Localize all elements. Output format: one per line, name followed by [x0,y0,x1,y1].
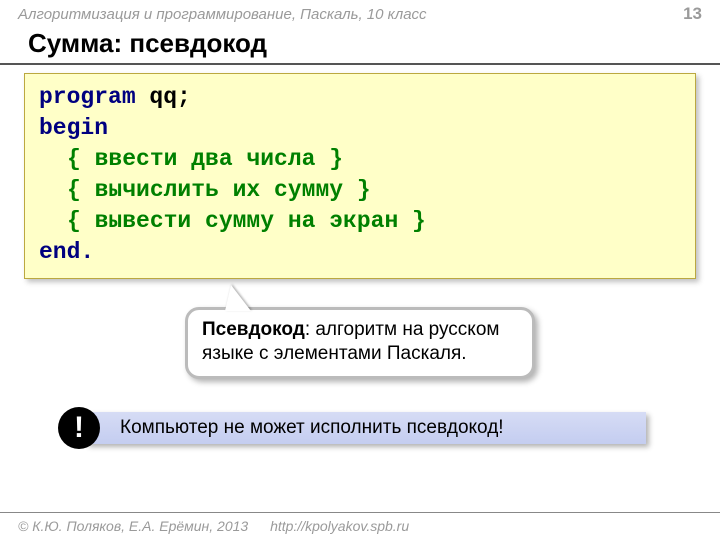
code-line-3: { ввести два числа } [39,144,681,175]
alert-text: Компьютер не может исполнить псевдокод! [120,417,504,439]
code-line-6: end. [39,237,681,268]
callout: Псевдокод: алгоритм на русском языке с э… [185,307,535,379]
alert-bar: Компьютер не может исполнить псевдокод! [86,412,646,444]
code-line-4: { вычислить их сумму } [39,175,681,206]
badge-glyph: ! [74,413,84,443]
code-block: program qq; begin { ввести два числа } {… [24,73,696,279]
footer: © К.Ю. Поляков, Е.А. Ерёмин, 2013 http:/… [0,512,720,540]
keyword-end: end. [39,239,94,265]
page-number: 13 [683,4,702,24]
exclamation-icon: ! [58,407,100,449]
footer-url: http://kpolyakov.spb.ru [270,518,409,534]
callout-body: Псевдокод: алгоритм на русском языке с э… [185,307,535,379]
code-line-1: program qq; [39,82,681,113]
comment: { вывести сумму на экран } [67,208,426,234]
callout-pointer [225,285,251,311]
comment: { вычислить их сумму } [67,177,371,203]
code-line-5: { вывести сумму на экран } [39,206,681,237]
course-label: Алгоритмизация и программирование, Паска… [18,6,427,23]
header-bar: Алгоритмизация и программирование, Паска… [0,0,720,26]
comment: { ввести два числа } [67,146,343,172]
alert: Компьютер не может исполнить псевдокод! … [58,409,720,449]
copyright: © К.Ю. Поляков, Е.А. Ерёмин, 2013 [18,518,248,534]
callout-term: Псевдокод [202,319,305,340]
keyword-begin: begin [39,115,108,141]
slide-title: Сумма: псевдокод [0,26,720,65]
code-line-2: begin [39,113,681,144]
keyword-program: program [39,84,136,110]
code-text: qq; [136,84,191,110]
